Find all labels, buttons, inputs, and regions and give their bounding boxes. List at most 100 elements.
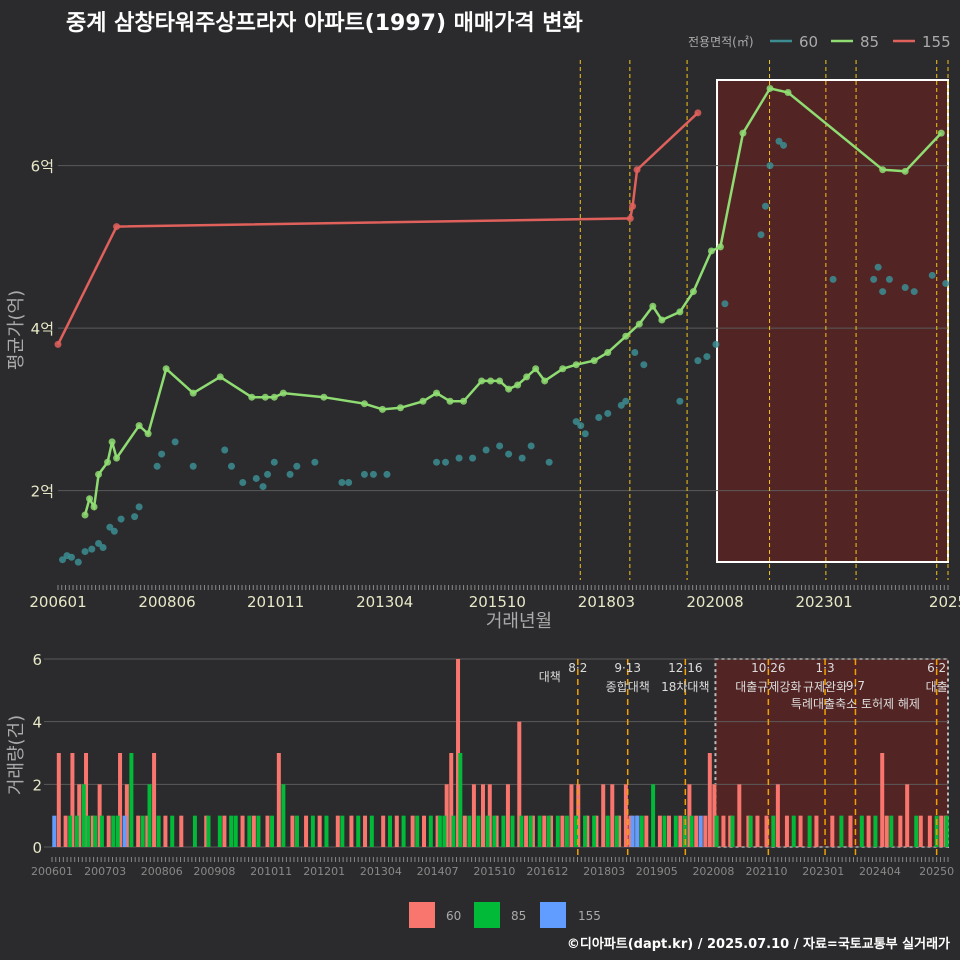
bar-85 bbox=[914, 815, 919, 847]
bar-85 bbox=[442, 815, 447, 847]
bar-85 bbox=[99, 815, 104, 847]
data-point-155 bbox=[633, 166, 641, 174]
volume-x-tick-label: 201304 bbox=[360, 865, 402, 878]
data-point-85 bbox=[676, 308, 684, 316]
bar-85 bbox=[369, 815, 374, 847]
bar-85 bbox=[129, 753, 134, 847]
data-point-85 bbox=[95, 470, 103, 478]
bar-155 bbox=[52, 815, 57, 847]
bar-60 bbox=[703, 815, 708, 847]
policy-date: 8·2 bbox=[568, 661, 587, 675]
legend-swatch-bar-60 bbox=[409, 902, 435, 928]
bar-60 bbox=[755, 815, 760, 847]
x-tick-label: 202301 bbox=[795, 593, 852, 611]
data-point-60 bbox=[68, 553, 76, 561]
volume-x-tick-label: 202404 bbox=[859, 865, 901, 878]
bar-85 bbox=[889, 815, 894, 847]
price-y-axis-title: 평균가(억) bbox=[6, 290, 27, 370]
data-point-85 bbox=[360, 400, 368, 408]
data-point-85 bbox=[523, 373, 531, 381]
bar-85 bbox=[68, 815, 73, 847]
bar-85 bbox=[247, 815, 252, 847]
policy-date: 12·16 bbox=[668, 661, 702, 675]
y-tick-label: 4억 bbox=[31, 320, 54, 338]
bar-85 bbox=[564, 815, 569, 847]
data-point-60 bbox=[189, 462, 197, 470]
bar-60 bbox=[56, 753, 61, 847]
data-point-85 bbox=[784, 89, 792, 96]
bar-155 bbox=[122, 815, 127, 847]
data-point-85 bbox=[189, 389, 197, 397]
data-point-85 bbox=[460, 397, 468, 405]
bar-60 bbox=[163, 815, 168, 847]
data-point-85 bbox=[572, 361, 580, 369]
data-point-85 bbox=[90, 503, 98, 511]
volume-x-tick-label: 202008 bbox=[692, 865, 734, 878]
legend-label-155: 155 bbox=[922, 33, 951, 51]
volume-x-tick-label: 200806 bbox=[141, 865, 183, 878]
data-point-60 bbox=[293, 462, 301, 470]
bar-85 bbox=[839, 815, 844, 847]
data-point-60 bbox=[171, 438, 179, 446]
bar-85 bbox=[294, 815, 299, 847]
data-point-60 bbox=[433, 458, 441, 466]
bar-60 bbox=[666, 815, 671, 847]
legend-label-85: 85 bbox=[860, 33, 879, 51]
bar-85 bbox=[458, 753, 463, 847]
data-point-60 bbox=[259, 483, 267, 491]
data-point-85 bbox=[396, 404, 404, 412]
data-point-60 bbox=[455, 454, 463, 462]
bar-60 bbox=[480, 784, 485, 847]
data-point-60 bbox=[874, 263, 882, 271]
policy-label: 18차대책 bbox=[661, 679, 709, 694]
data-point-85 bbox=[216, 373, 224, 381]
data-point-60 bbox=[581, 430, 589, 438]
bar-85 bbox=[140, 815, 145, 847]
volume-x-tick-label: 200703 bbox=[84, 865, 126, 878]
x-tick-label: 202008 bbox=[686, 593, 743, 611]
policy-date: 10·26 bbox=[751, 661, 785, 675]
data-point-60 bbox=[338, 479, 346, 486]
bar-85 bbox=[270, 815, 275, 847]
data-point-85 bbox=[162, 365, 170, 373]
bar-85 bbox=[217, 815, 222, 847]
highlight-region bbox=[716, 79, 949, 563]
bar-85 bbox=[859, 815, 864, 847]
data-point-60 bbox=[81, 548, 89, 556]
bar-85 bbox=[492, 815, 497, 847]
data-point-60 bbox=[595, 414, 603, 421]
bar-60 bbox=[927, 815, 932, 847]
volume-y-axis-title: 거래량(건) bbox=[6, 715, 27, 795]
bar-85 bbox=[170, 815, 175, 847]
data-point-60 bbox=[870, 275, 878, 283]
bar-85 bbox=[510, 815, 515, 847]
volume-x-tick-label: 202301 bbox=[802, 865, 844, 878]
data-point-60 bbox=[369, 470, 377, 478]
policy-label: 규제완화 bbox=[803, 680, 847, 694]
volume-x-tick-label: 20250 bbox=[919, 865, 954, 878]
bar-85 bbox=[689, 815, 694, 847]
bar-60 bbox=[335, 815, 340, 847]
data-point-60 bbox=[631, 349, 639, 356]
bar-155 bbox=[635, 815, 640, 847]
x-tick-label: 2025 bbox=[929, 593, 960, 611]
volume-x-tick-label: 200601 bbox=[31, 865, 73, 878]
volume-x-tick-label: 201510 bbox=[473, 865, 515, 878]
bar-60 bbox=[410, 815, 415, 847]
bar-60 bbox=[317, 815, 322, 847]
policy-label: 대출 bbox=[926, 680, 948, 694]
bar-60 bbox=[644, 815, 649, 847]
data-point-85 bbox=[716, 243, 724, 251]
bar-85 bbox=[281, 784, 286, 847]
data-point-85 bbox=[514, 381, 522, 389]
volume-x-tick-label: 201407 bbox=[417, 865, 459, 878]
legend-label-60: 60 bbox=[799, 33, 818, 51]
policy-label: 대출규제강화 bbox=[735, 680, 801, 694]
policy-date: 9·7 bbox=[846, 679, 865, 693]
volume-y-tick-label: 0 bbox=[32, 839, 42, 857]
bar-85 bbox=[730, 815, 735, 847]
legend-swatch-bar-85 bbox=[474, 902, 500, 928]
bar-85 bbox=[156, 815, 161, 847]
data-point-60 bbox=[879, 288, 887, 296]
bar-60 bbox=[569, 784, 574, 847]
